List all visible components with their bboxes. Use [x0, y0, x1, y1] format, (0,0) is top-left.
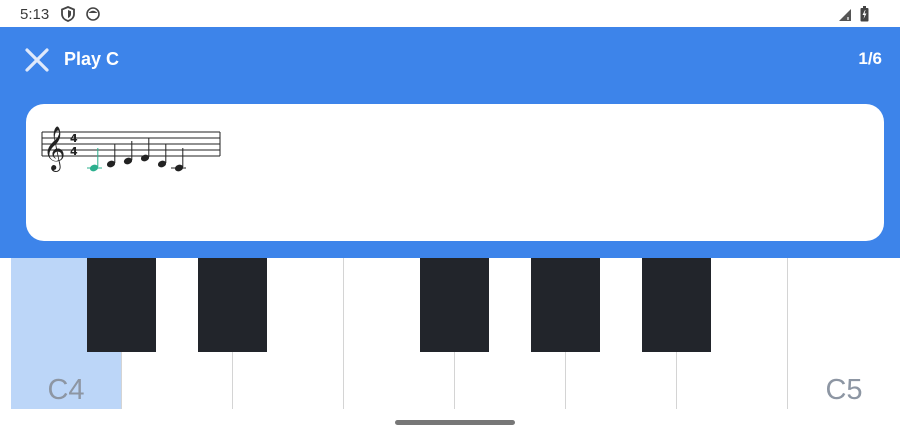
keyboard-edge	[0, 258, 11, 409]
face-icon	[86, 7, 100, 21]
black-key-c-sharp4[interactable]	[87, 258, 156, 352]
close-icon[interactable]	[22, 45, 52, 75]
app-bar	[0, 27, 900, 91]
status-time: 5:13	[20, 6, 50, 23]
music-staff: 𝄞 4 4	[41, 126, 221, 172]
home-gesture-handle[interactable]	[395, 420, 515, 425]
piano-keyboard: C4 C5	[11, 258, 900, 409]
black-key-g-sharp4[interactable]	[531, 258, 600, 352]
time-signature-bottom: 4	[70, 145, 78, 158]
key-label-c4: C4	[47, 374, 85, 406]
black-key-a-sharp4[interactable]	[642, 258, 711, 352]
key-label-c5: C5	[825, 374, 863, 406]
signal-icon	[839, 9, 851, 21]
shield-icon	[61, 6, 75, 22]
status-bar: 5:13	[0, 0, 900, 27]
page-title: Play C	[64, 49, 120, 69]
battery-icon	[860, 6, 869, 22]
treble-clef-icon: 𝄞	[43, 126, 65, 172]
white-key-c5[interactable]: C5	[788, 258, 900, 409]
exercise-progress: 1/6	[858, 49, 882, 68]
note-3	[123, 141, 133, 165]
black-key-d-sharp4[interactable]	[198, 258, 267, 352]
time-signature-top: 4	[70, 132, 78, 145]
note-1	[87, 148, 102, 172]
black-key-f-sharp4[interactable]	[420, 258, 489, 352]
note-6	[171, 148, 186, 172]
